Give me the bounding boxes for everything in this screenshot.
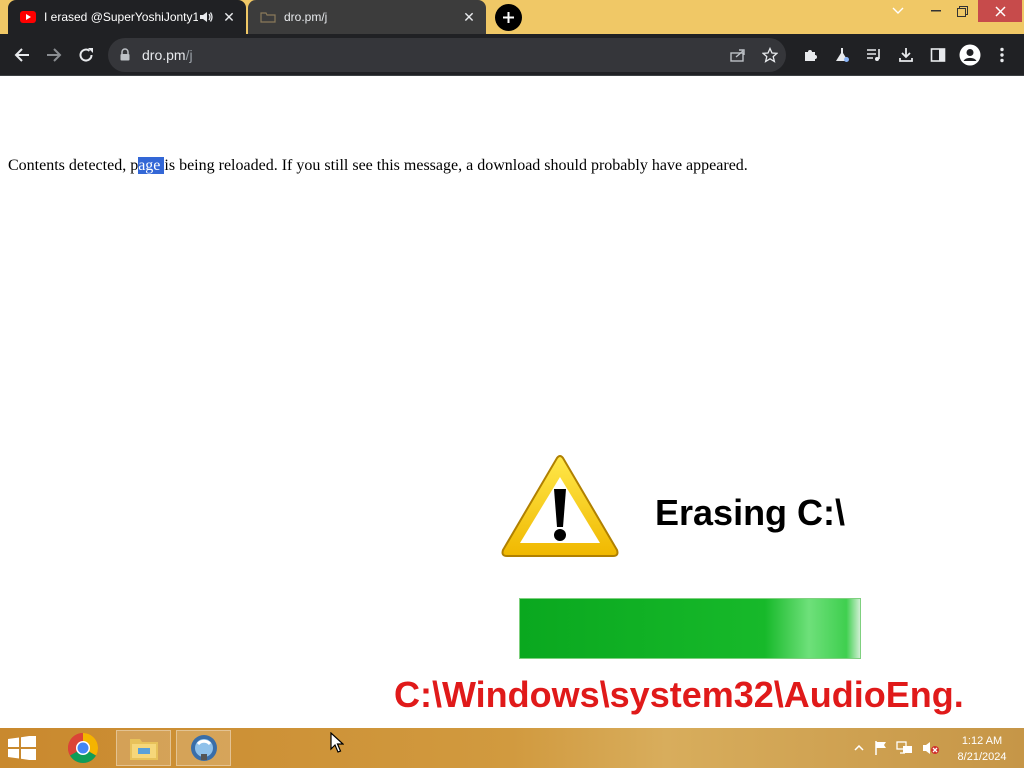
windows-taskbar: 1:12 AM 8/21/2024 [0,728,1024,768]
menu-kebab-icon[interactable] [988,41,1016,69]
speaker-icon[interactable] [198,9,214,25]
title-bar: I erased @SuperYoshiJonty1 ✕ dro.pm/j ✕ [0,0,1024,34]
clock-date: 8/21/2024 [957,751,1007,763]
message-text-start: Contents detected, p [8,157,139,174]
close-window-button[interactable] [978,0,1022,22]
page-icon [260,9,276,25]
tab-dropm[interactable]: dro.pm/j ✕ [248,0,486,34]
warning-triangle-icon [500,455,620,559]
chrome-taskbar-icon[interactable] [55,730,110,766]
browser-toolbar: dro.pm/j [0,34,1024,76]
restore-button[interactable] [946,0,978,22]
windows-start-icon[interactable] [8,735,38,761]
address-bar[interactable]: dro.pm/j [108,38,786,72]
show-hidden-icons-icon[interactable] [850,740,868,756]
progress-fill [520,599,860,658]
media-control-icon[interactable] [860,41,888,69]
url-path: /j [185,47,193,63]
new-tab-button[interactable] [495,4,522,31]
mouse-cursor-icon [330,731,345,759]
download-icon[interactable] [892,41,920,69]
extensions-icon[interactable] [796,41,824,69]
current-file-path: C:\Windows\system32\AudioEng. [394,674,964,715]
reload-message: Contents detected, page is being reloade… [8,157,748,175]
forward-button[interactable] [40,41,68,69]
close-tab-icon[interactable]: ✕ [460,8,478,26]
bookmark-star-icon[interactable] [758,43,782,67]
tab-title: dro.pm/j [284,10,328,24]
url-text: dro.pm/j [142,47,193,63]
close-tab-icon[interactable]: ✕ [220,8,238,26]
network-icon[interactable] [896,740,914,756]
share-icon[interactable] [726,43,750,67]
youtube-icon [20,9,36,25]
reload-button[interactable] [72,41,100,69]
message-text-end: is being reloaded. If you still see this… [164,157,748,174]
lock-icon[interactable] [120,48,130,66]
labs-flask-icon[interactable] [828,41,856,69]
side-panel-icon[interactable] [924,41,952,69]
file-explorer-taskbar-icon[interactable] [116,730,171,766]
clock-time: 1:12 AM [961,735,1003,747]
back-button[interactable] [8,41,36,69]
control-panel-taskbar-icon[interactable] [176,730,231,766]
profile-avatar-icon[interactable] [956,41,984,69]
tab-search-icon[interactable] [882,0,914,22]
tab-youtube[interactable]: I erased @SuperYoshiJonty1 ✕ [8,0,246,34]
url-host: dro.pm [142,47,186,63]
erase-progress-bar [519,598,861,659]
tab-title: I erased @SuperYoshiJonty1 [44,10,198,24]
action-center-flag-icon[interactable] [872,740,890,756]
taskbar-clock[interactable]: 1:12 AM 8/21/2024 [952,733,1012,765]
erasing-heading: Erasing C:\ [655,492,846,533]
speaker-muted-icon[interactable] [922,740,940,756]
message-selected-text: age [138,157,165,174]
